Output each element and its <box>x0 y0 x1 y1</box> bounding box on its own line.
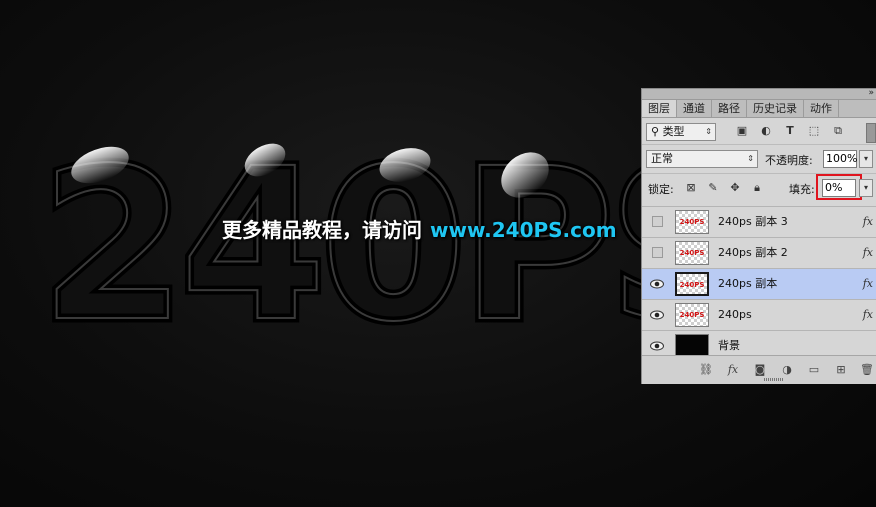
fill-dropdown-icon[interactable]: ▾ <box>859 179 873 197</box>
fill-label: 填充: <box>789 183 815 196</box>
visibility-toggle-icon[interactable] <box>652 216 663 227</box>
layer-effects-icon[interactable]: fx <box>863 269 873 299</box>
layer-name[interactable]: 240ps 副本 3 <box>718 207 788 237</box>
smartobject-filter-icon[interactable]: ⧉ <box>831 124 845 138</box>
lock-row: 锁定: ⊠ ✎ ✥ 🔒︎ 填充: 0% ▾ <box>642 173 876 202</box>
lock-move-icon[interactable]: ✥ <box>728 181 742 195</box>
updown-arrows-icon: ⇕ <box>705 127 712 136</box>
add-mask-icon[interactable]: ◙ <box>753 363 767 377</box>
lock-all-icon[interactable]: 🔒︎ <box>750 181 764 195</box>
tab-channels[interactable]: 通道 <box>677 100 712 117</box>
blend-mode-value: 正常 <box>651 152 673 165</box>
visibility-toggle-icon[interactable] <box>652 247 663 258</box>
layers-panel: » 图层 通道 路径 历史记录 动作 ⚲ 类型 ⇕ ▣ ◐ T ⬚ ⧉ 正常 ⇕… <box>641 88 876 384</box>
eye-icon[interactable] <box>650 340 664 352</box>
new-adjustment-icon[interactable]: ◑ <box>780 363 794 377</box>
resize-grip[interactable] <box>764 378 784 381</box>
fill-highlight-box <box>816 174 862 200</box>
updown-arrows-icon: ⇕ <box>747 154 754 163</box>
eye-icon[interactable] <box>650 278 664 290</box>
tab-layers[interactable]: 图层 <box>642 100 677 117</box>
filter-kind-select[interactable]: ⚲ 类型 ⇕ <box>646 123 716 141</box>
layer-name[interactable]: 240ps 副本 2 <box>718 238 788 268</box>
link-layers-icon[interactable]: ⛓ <box>699 363 713 377</box>
new-group-icon[interactable]: ▭ <box>807 363 821 377</box>
layer-name[interactable]: 240ps <box>718 300 752 330</box>
layer-thumbnail: 240PS <box>675 272 709 296</box>
blend-row: 正常 ⇕ 不透明度: 100% ▾ <box>642 144 876 173</box>
panel-bottom-bar: ⛓ fx ◙ ◑ ▭ ⊞ 🗑︎ <box>642 355 876 384</box>
opacity-input[interactable]: 100% <box>823 150 857 168</box>
eye-icon[interactable] <box>650 309 664 321</box>
watermark-url: www.240PS.com <box>430 218 617 242</box>
opacity-label: 不透明度: <box>765 154 813 167</box>
layer-name[interactable]: 240ps 副本 <box>718 269 777 299</box>
layer-effects-icon[interactable]: fx <box>863 300 873 330</box>
panel-header[interactable]: » <box>642 88 876 100</box>
filter-toggle-icon[interactable] <box>866 123 876 143</box>
layer-row[interactable]: 240PS 240ps fx <box>642 299 876 330</box>
filter-row: ⚲ 类型 ⇕ ▣ ◐ T ⬚ ⧉ <box>642 118 876 144</box>
layer-thumbnail: 240PS <box>675 241 709 265</box>
layer-thumbnail: 240PS <box>675 303 709 327</box>
delete-layer-icon[interactable]: 🗑︎ <box>860 363 874 377</box>
shape-filter-icon[interactable]: ⬚ <box>807 124 821 138</box>
layer-row[interactable]: 240PS 240ps 副本 2 fx <box>642 237 876 268</box>
new-layer-icon[interactable]: ⊞ <box>834 363 848 377</box>
layers-list: 240PS 240ps 副本 3 fx 240PS 240ps 副本 2 fx … <box>642 206 876 361</box>
tab-actions[interactable]: 动作 <box>804 100 839 117</box>
type-filter-icon[interactable]: T <box>783 124 797 138</box>
lock-brush-icon[interactable]: ✎ <box>706 181 720 195</box>
layer-effects-icon[interactable]: fx <box>863 238 873 268</box>
tab-paths[interactable]: 路径 <box>712 100 747 117</box>
layer-row[interactable]: 240PS 240ps 副本 3 fx <box>642 206 876 237</box>
filter-kind-label: 类型 <box>662 125 685 138</box>
layer-thumbnail: 240PS <box>675 210 709 234</box>
layer-effects-icon[interactable]: fx <box>863 207 873 237</box>
adjustment-filter-icon[interactable]: ◐ <box>759 124 773 138</box>
lock-transparency-icon[interactable]: ⊠ <box>684 181 698 195</box>
layer-row-selected[interactable]: 240PS 240ps 副本 fx <box>642 268 876 299</box>
watermark-text: 更多精品教程，请访问 <box>222 218 422 242</box>
lock-label: 锁定: <box>648 183 674 196</box>
search-icon: ⚲ <box>651 125 660 138</box>
blend-mode-select[interactable]: 正常 ⇕ <box>646 150 758 168</box>
image-filter-icon[interactable]: ▣ <box>735 124 749 138</box>
collapse-icon[interactable]: » <box>868 88 874 98</box>
panel-tabs: 图层 通道 路径 历史记录 动作 <box>642 100 876 118</box>
add-style-icon[interactable]: fx <box>726 363 740 377</box>
opacity-dropdown-icon[interactable]: ▾ <box>859 150 873 168</box>
tab-history[interactable]: 历史记录 <box>747 100 804 117</box>
watermark: 更多精品教程，请访问 www.240PS.com <box>222 214 617 243</box>
